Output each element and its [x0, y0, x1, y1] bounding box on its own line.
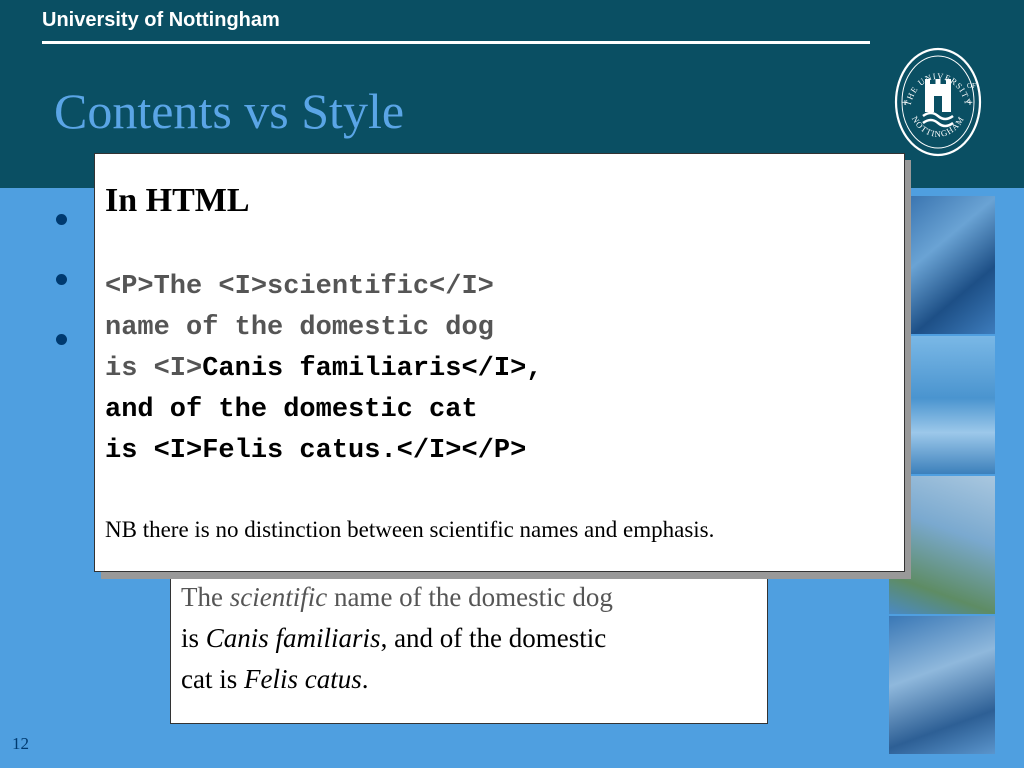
- page-number: 12: [12, 734, 29, 753]
- code-segment: is <I>: [105, 354, 203, 384]
- rendered-line: cat is Felis catus.: [181, 664, 369, 694]
- rendered-output-text: The scientific name of the domestic dog …: [181, 577, 761, 700]
- svg-text:+: +: [902, 98, 908, 109]
- logo-text-bottom: NOTTINGHAM: [910, 114, 965, 139]
- code-segment: <P>The <I>scientific</I>: [105, 272, 494, 302]
- rendered-italic: Canis familiaris: [205, 623, 381, 653]
- bullet-point: [54, 202, 74, 225]
- code-line: is <I>Felis catus.</I></P>: [105, 431, 542, 472]
- html-code-block: <P>The <I>scientific</I> name of the dome…: [105, 267, 542, 472]
- code-line: name of the domestic dog: [105, 308, 542, 349]
- logo-text-of: OF: [967, 82, 976, 90]
- bullet-point: [54, 262, 74, 285]
- slide-title: Contents vs Style: [54, 83, 405, 139]
- university-of-nottingham-crest-icon: THE UNIVERSITY NOTTINGHAM OF + +: [894, 47, 982, 157]
- code-segment: and of the domestic cat: [105, 395, 478, 425]
- code-segment: name of the domestic dog: [105, 313, 494, 343]
- svg-text:+: +: [967, 98, 973, 109]
- html-code-box: In HTML <P>The <I>scientific</I> name of …: [94, 153, 905, 572]
- rendered-line: The scientific name of the domestic dog: [181, 582, 613, 612]
- svg-text:NOTTINGHAM: NOTTINGHAM: [910, 114, 966, 139]
- code-line: and of the domestic cat: [105, 390, 542, 431]
- rendered-italic: Felis catus: [243, 664, 362, 694]
- rendered-italic: scientific: [229, 582, 328, 612]
- code-segment: is <I>Felis catus.</I></P>: [105, 436, 527, 466]
- rendered-line: is Canis familiaris, and of the domestic: [181, 623, 607, 653]
- campus-photo: [889, 616, 995, 754]
- university-name: University of Nottingham: [42, 9, 280, 31]
- box-heading: In HTML: [105, 182, 250, 219]
- bullet-point: [54, 322, 74, 345]
- box-note: NB there is no distinction between scien…: [105, 517, 715, 542]
- code-line: is <I>Canis familiaris</I>,: [105, 349, 542, 390]
- code-line: <P>The <I>scientific</I>: [105, 267, 542, 308]
- code-segment: Canis familiaris</I>,: [202, 354, 543, 384]
- header-divider: [42, 41, 870, 44]
